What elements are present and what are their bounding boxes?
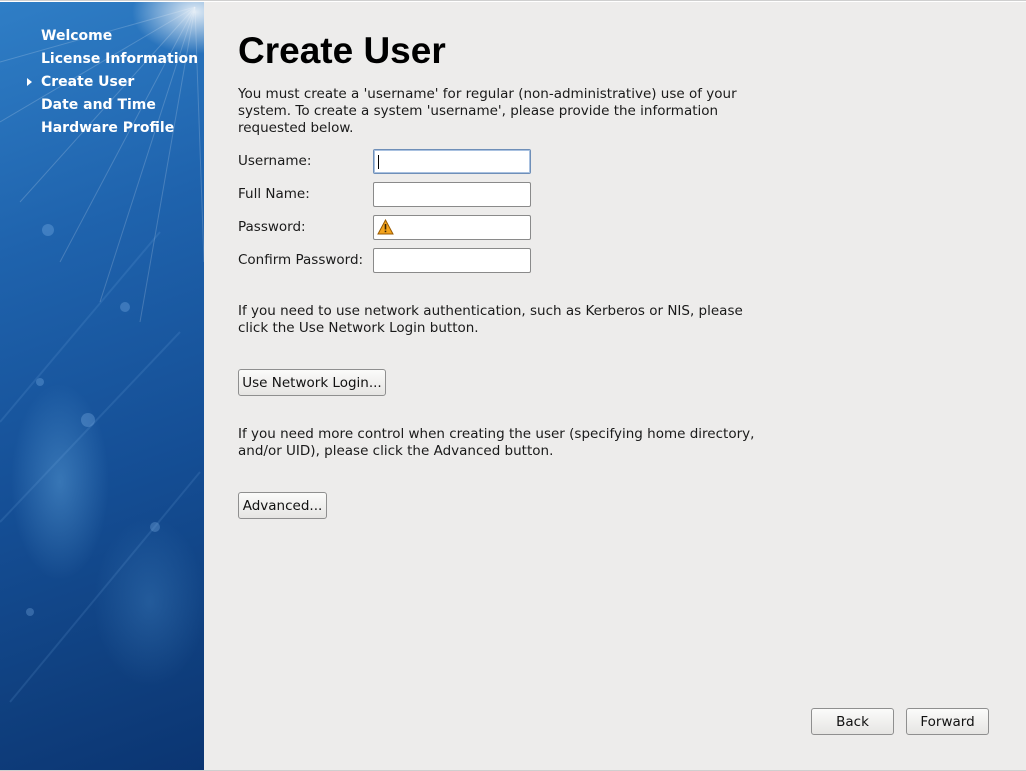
network-login-text: If you need to use network authenticatio… (238, 303, 743, 336)
full-name-label: Full Name: (238, 186, 310, 202)
forward-button[interactable]: Forward (906, 708, 989, 735)
confirm-password-row: Confirm Password: (238, 248, 538, 274)
password-label: Password: (238, 219, 306, 235)
confirm-password-label: Confirm Password: (238, 252, 364, 268)
full-name-row: Full Name: (238, 182, 538, 208)
sidebar-item-label: Date and Time (41, 97, 156, 113)
sidebar-item-label: Welcome (41, 28, 113, 44)
sidebar-item-label: Create User (41, 74, 135, 90)
sidebar-nav: Welcome License Information Create User … (0, 28, 204, 143)
password-row: Password: (238, 215, 538, 241)
username-row: Username: (238, 149, 538, 175)
sidebar-item-welcome: Welcome (0, 28, 201, 45)
firstboot-window: Welcome License Information Create User … (0, 0, 1026, 771)
sidebar-item-label: License Information (41, 51, 199, 67)
confirm-password-input[interactable] (373, 248, 531, 273)
intro-text: You must create a 'username' for regular… (238, 86, 737, 136)
warning-icon (377, 219, 394, 235)
current-step-arrow-icon (27, 78, 32, 86)
advanced-button[interactable]: Advanced... (238, 492, 327, 519)
sidebar-item-license-information: License Information (0, 51, 201, 68)
sidebar-item-label: Hardware Profile (41, 120, 175, 136)
username-input[interactable] (373, 149, 531, 174)
sidebar-item-date-and-time: Date and Time (0, 97, 201, 114)
password-input[interactable] (373, 215, 531, 240)
advanced-text: If you need more control when creating t… (238, 426, 755, 459)
text-cursor (378, 155, 379, 169)
page-title: Create User (238, 30, 446, 71)
sidebar: Welcome License Information Create User … (0, 2, 204, 770)
use-network-login-button[interactable]: Use Network Login... (238, 369, 386, 396)
back-button[interactable]: Back (811, 708, 894, 735)
full-name-input[interactable] (373, 182, 531, 207)
content-panel: Create User You must create a 'username'… (204, 2, 1026, 770)
username-label: Username: (238, 153, 312, 169)
sidebar-item-create-user: Create User (0, 74, 201, 91)
sidebar-item-hardware-profile: Hardware Profile (0, 120, 201, 137)
